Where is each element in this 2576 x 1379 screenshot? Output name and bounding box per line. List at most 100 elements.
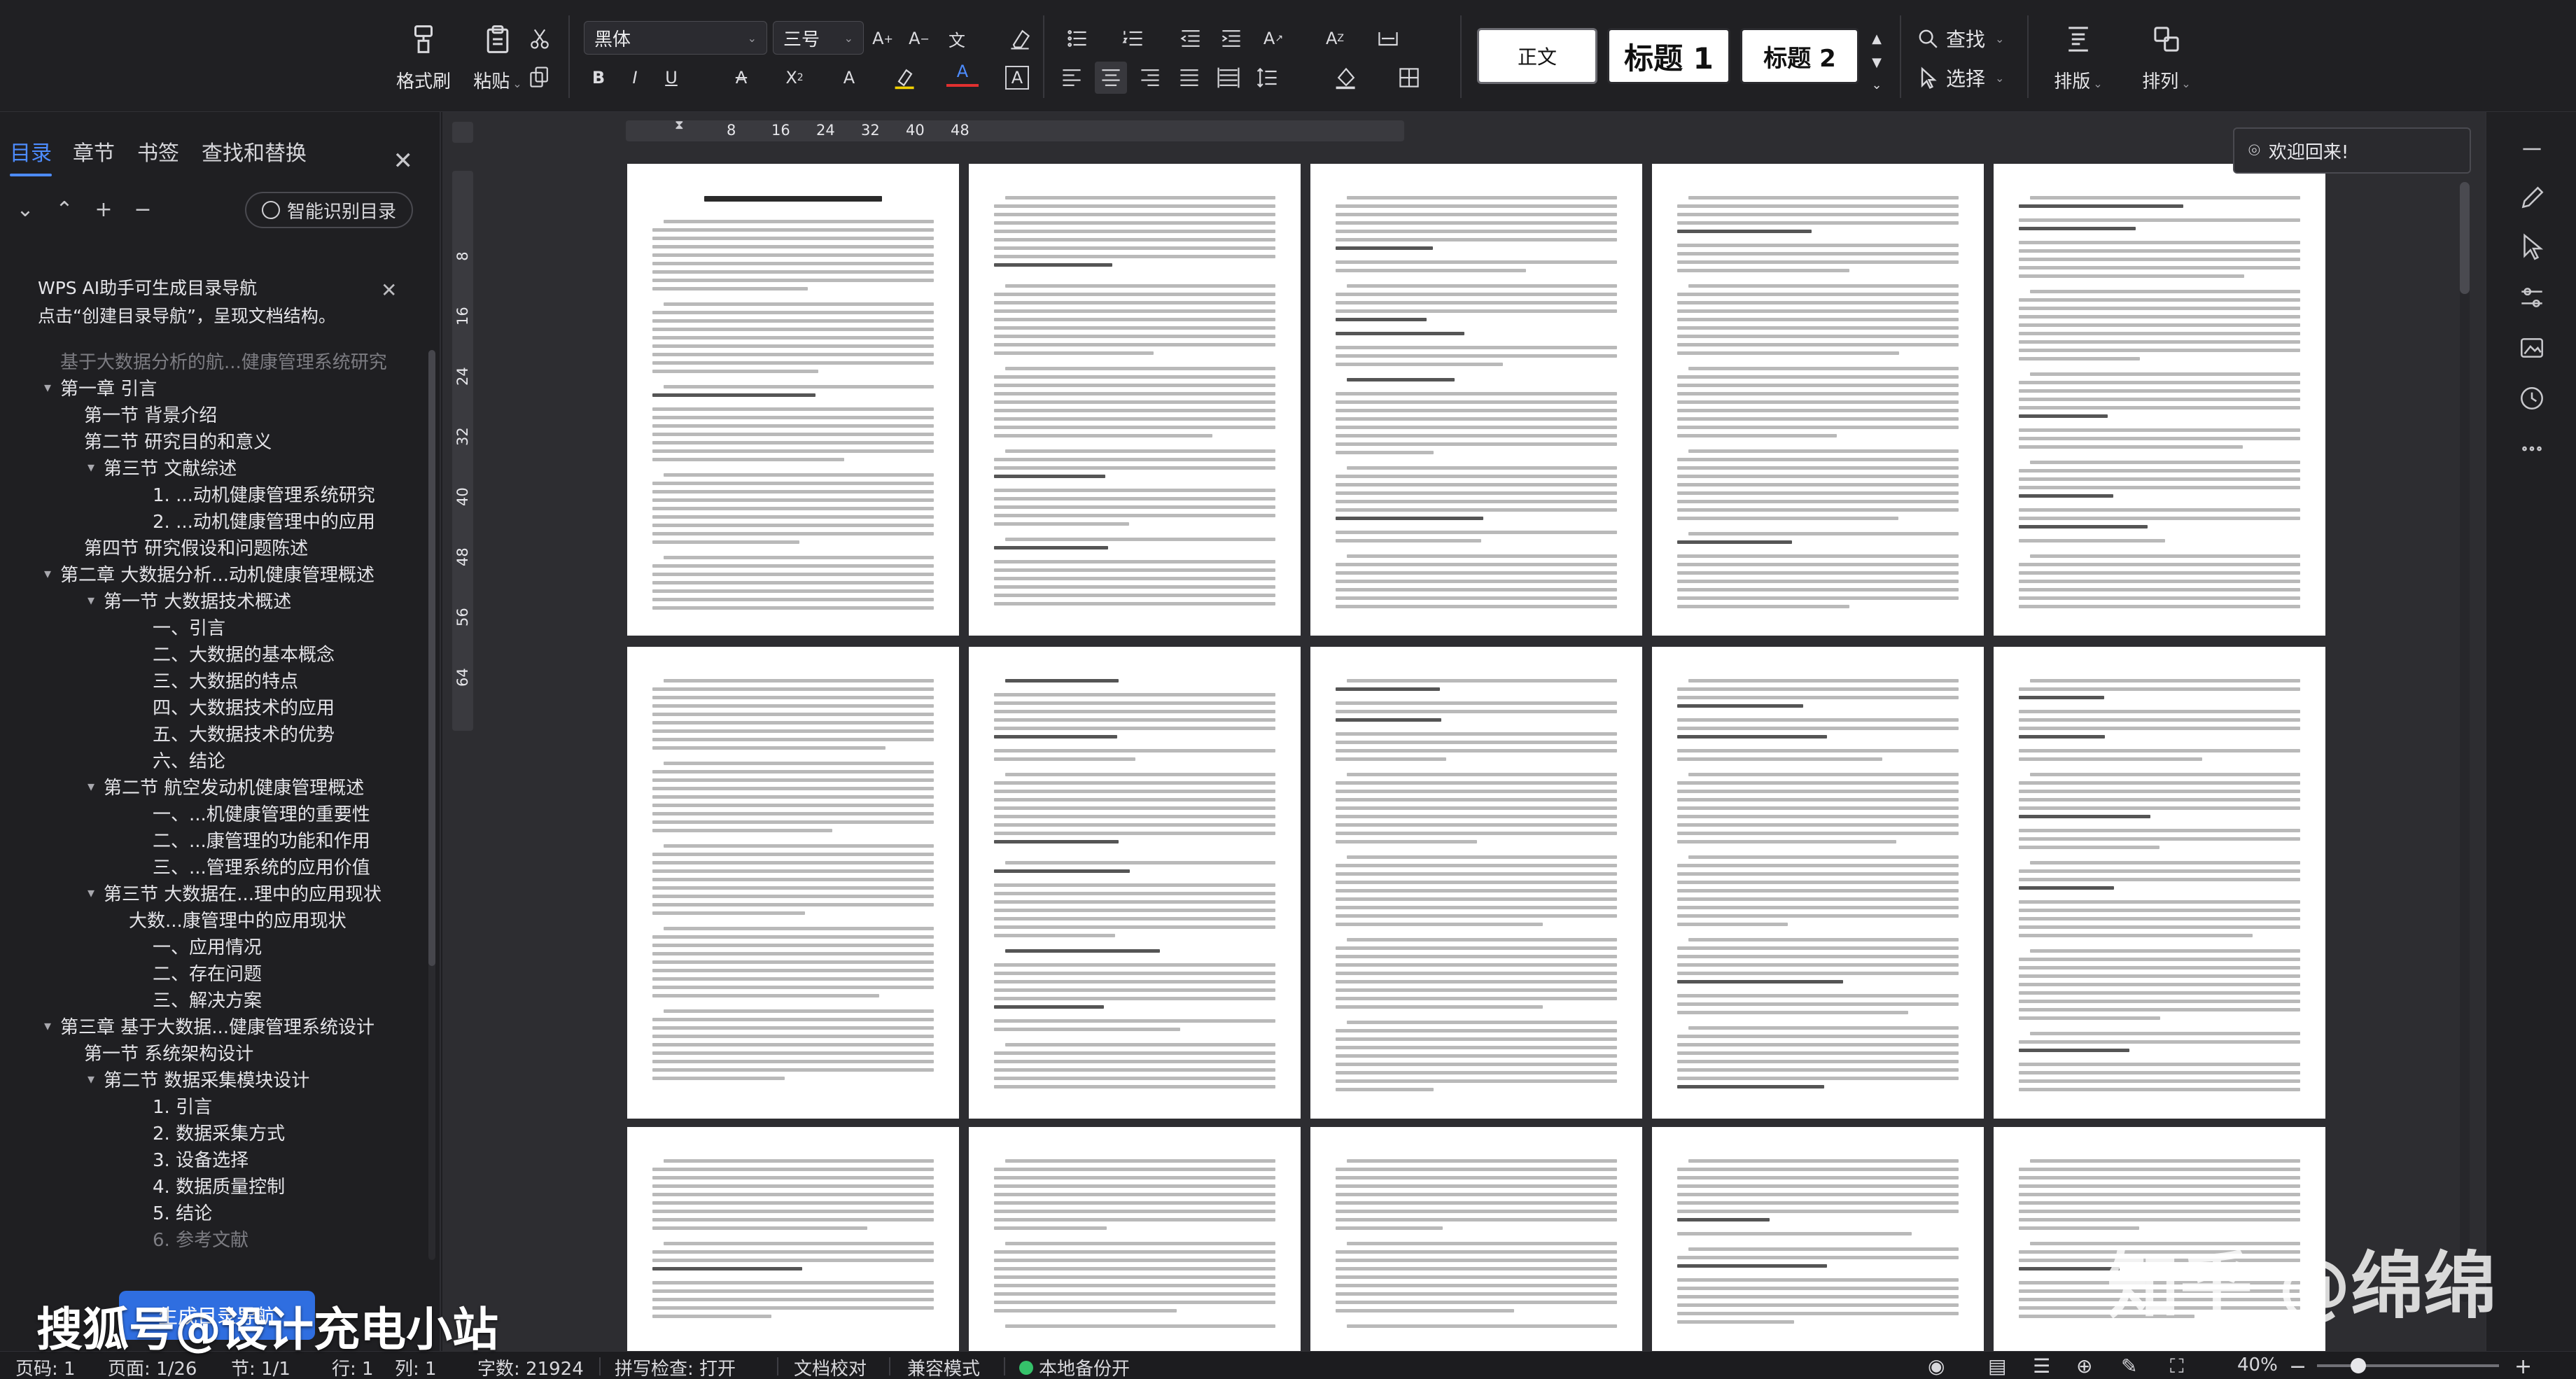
document-page[interactable] (1652, 164, 1984, 636)
expand-up-icon[interactable]: ⌃ (50, 196, 78, 224)
toc-item[interactable]: ▾ 第一章 引言 (38, 374, 157, 400)
phonetic-guide-icon[interactable]: 文 (941, 22, 973, 55)
toc-item[interactable]: ▾ 第二节 航空发动机健康管理概述 (81, 773, 364, 799)
tab-toc[interactable]: 目录 (10, 136, 52, 176)
toc-item[interactable]: 三、大数据的特点 (150, 666, 298, 693)
toc-scroll-thumb[interactable] (428, 350, 435, 966)
styles-more-icon[interactable]: ⌄ (1861, 69, 1893, 101)
select-button[interactable]: 选择 ⌄ (1917, 62, 2004, 94)
layout-button[interactable]: 排版 ⌄ (2040, 20, 2117, 93)
chevron-down-icon[interactable]: ▾ (38, 379, 57, 396)
pen-icon[interactable] (2513, 179, 2551, 217)
zoom-slider-knob[interactable] (2351, 1358, 2366, 1373)
status-word-count[interactable]: 字数: 21924 (477, 1354, 584, 1379)
font-name-select[interactable]: 黑体 ⌄ (584, 21, 767, 55)
superscript-icon[interactable]: X2 (778, 62, 811, 94)
toc-item[interactable]: 2. 数据采集方式 (150, 1119, 285, 1145)
sort-icon[interactable]: AZ (1319, 22, 1351, 55)
document-page[interactable] (627, 1127, 959, 1351)
text-direction-icon[interactable]: A ↗ (1257, 22, 1289, 55)
toc-item[interactable]: 四、大数据技术的应用 (150, 693, 335, 720)
toc-item[interactable]: ▾ 第二章 大数据分析...动机健康管理概述 (38, 560, 374, 587)
adjust-icon[interactable] (2513, 279, 2551, 316)
document-page[interactable] (969, 1127, 1301, 1351)
toc-item[interactable]: 三、解决方案 (150, 986, 262, 1012)
remove-heading-icon[interactable]: − (129, 196, 157, 224)
bold-icon[interactable]: B (582, 62, 615, 94)
fit-page-icon[interactable]: ⛶ (2170, 1354, 2184, 1378)
justify-icon[interactable] (1173, 62, 1205, 94)
toc-item[interactable]: 1. 引言 (150, 1092, 212, 1119)
status-proofread[interactable]: 文档校对 (794, 1354, 867, 1379)
toc-item[interactable]: ▾ 第三节 大数据在...理中的应用现状 (81, 879, 382, 906)
toc-item[interactable]: 一、应用情况 (150, 932, 262, 959)
zoom-out-icon[interactable]: − (2289, 1354, 2306, 1379)
document-page[interactable] (1652, 647, 1984, 1119)
image-edit-icon[interactable] (2513, 329, 2551, 367)
toc-item[interactable]: 五、大数据技术的优势 (150, 720, 335, 746)
vertical-scrollbar[interactable] (2460, 182, 2470, 1302)
pointer-icon[interactable] (2513, 228, 2551, 266)
status-page[interactable]: 页面: 1/26 (108, 1354, 197, 1379)
distribute-icon[interactable] (1212, 62, 1245, 94)
arrange-button[interactable]: 排列 ⌄ (2128, 20, 2205, 93)
numbered-list-icon[interactable] (1117, 22, 1149, 55)
add-heading-icon[interactable]: + (90, 196, 118, 224)
document-page[interactable] (627, 164, 959, 636)
status-section[interactable]: 节: 1/1 (231, 1354, 290, 1379)
chevron-down-icon[interactable]: ▾ (81, 592, 101, 608)
style-normal[interactable]: 正文 (1477, 28, 1597, 84)
bullet-list-icon[interactable] (1061, 22, 1093, 55)
outline-view-icon[interactable]: ☰ (2033, 1354, 2050, 1378)
chevron-down-icon[interactable]: ▾ (38, 1017, 57, 1034)
toc-item[interactable]: 一、引言 (150, 613, 225, 640)
toc-item[interactable]: 第四节 研究假设和问题陈述 (81, 533, 308, 560)
document-page[interactable] (1310, 1127, 1642, 1351)
style-heading-1[interactable]: 标题 1 (1607, 28, 1730, 84)
toc-item[interactable]: 6. 参考文献 (150, 1225, 248, 1252)
toc-item[interactable]: 3. 设备选择 (150, 1145, 248, 1172)
underline-icon[interactable]: U (655, 62, 687, 94)
style-heading-2[interactable]: 标题 2 (1740, 28, 1859, 84)
indent-marker-icon[interactable]: ⧗ (675, 118, 684, 132)
document-page[interactable] (627, 647, 959, 1119)
character-border-icon[interactable]: A (1005, 66, 1029, 90)
toc-scrollbar[interactable] (428, 350, 435, 1260)
collapse-all-icon[interactable]: ⌄ (11, 196, 39, 224)
web-view-icon[interactable]: ⊕ (2076, 1354, 2092, 1378)
status-page-number[interactable]: 页码: 1 (15, 1354, 76, 1379)
document-page[interactable] (1652, 1127, 1984, 1351)
toc-item[interactable]: 一、...机健康管理的重要性 (150, 799, 370, 826)
document-page[interactable] (1994, 164, 2325, 636)
clear-format-icon[interactable] (1004, 22, 1036, 55)
toc-item[interactable]: 六、结论 (150, 746, 225, 773)
toc-item[interactable]: 三、...管理系统的应用价值 (150, 853, 370, 879)
welcome-banner[interactable]: ⌾ 欢迎回来! (2233, 127, 2471, 174)
close-icon[interactable]: ✕ (381, 279, 397, 302)
toc-item[interactable]: ▾ 第一节 大数据技术概述 (81, 587, 291, 613)
font-size-select[interactable]: 三号 ⌄ (773, 21, 864, 55)
line-spacing-icon[interactable] (1252, 62, 1284, 94)
show-marks-icon[interactable] (1372, 22, 1404, 55)
font-color-icon[interactable]: A (946, 59, 979, 87)
status-spell-check[interactable]: 拼写检查: 打开 (615, 1354, 736, 1379)
toc-item[interactable]: 4. 数据质量控制 (150, 1172, 285, 1198)
document-page[interactable] (1310, 647, 1642, 1119)
chevron-down-icon[interactable]: ▾ (38, 565, 57, 582)
page-view-icon[interactable]: ▤ (1988, 1354, 2006, 1378)
tab-sections[interactable]: 章节 (73, 136, 115, 167)
close-icon[interactable]: ✕ (393, 147, 414, 175)
find-button[interactable]: 查找 ⌄ (1917, 22, 2004, 55)
toc-item[interactable]: 大数...康管理中的应用现状 (126, 906, 346, 932)
document-page[interactable] (1994, 1127, 2325, 1351)
strikethrough-icon[interactable]: A (725, 62, 757, 94)
text-effect-icon[interactable]: A (833, 62, 865, 94)
toc-item[interactable]: 第一节 背景介绍 (81, 400, 217, 427)
document-page[interactable] (1310, 164, 1642, 636)
chevron-down-icon[interactable]: ▾ (81, 1070, 101, 1087)
toc-item[interactable]: 1. ...动机健康管理系统研究 (150, 480, 375, 507)
increase-indent-icon[interactable] (1215, 22, 1247, 55)
toc-item[interactable]: 基于大数据分析的航...健康管理系统研究 (38, 347, 387, 374)
align-left-icon[interactable] (1056, 62, 1088, 94)
copy-icon[interactable] (524, 62, 556, 94)
